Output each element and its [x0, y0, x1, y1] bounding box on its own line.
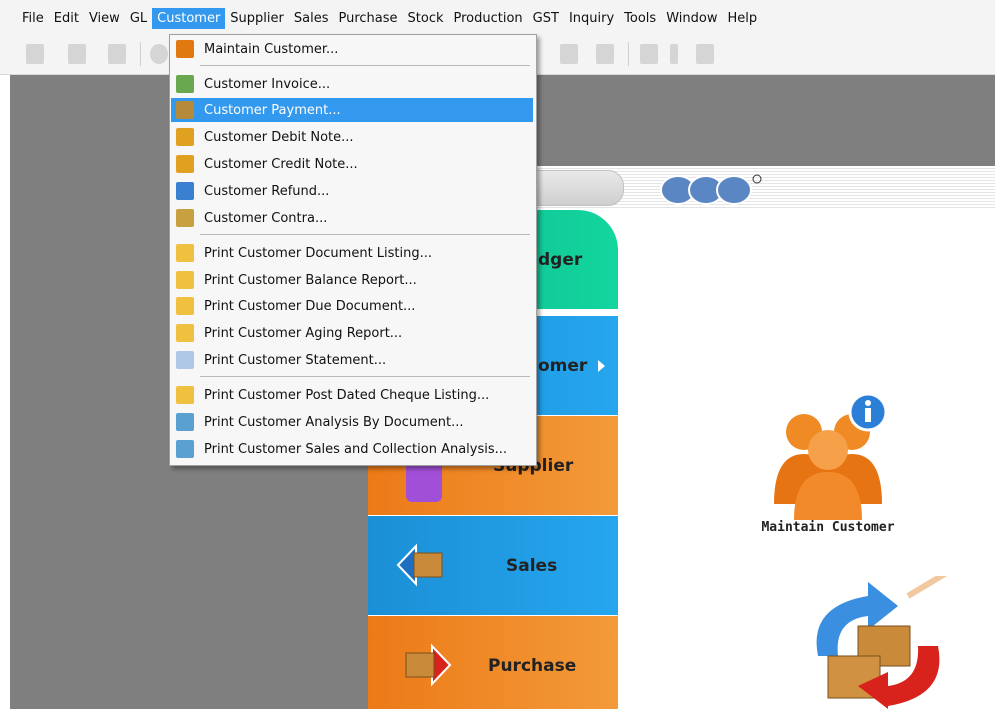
pencil-note-icon [176, 155, 194, 173]
cut-icon[interactable] [26, 44, 44, 64]
menu-item-label: Maintain Customer... [204, 41, 339, 57]
menu-separator [200, 234, 530, 235]
menubar: File Edit View GL Customer Supplier Sale… [0, 0, 995, 36]
printer-icon [176, 386, 194, 404]
users-icon [176, 40, 194, 58]
printer-icon [176, 271, 194, 289]
toolbar-separator [140, 42, 141, 66]
menu-item-label: Print Customer Sales and Collection Anal… [204, 441, 508, 457]
menu-item-label: Customer Payment... [204, 102, 341, 118]
menu-item-label: Print Customer Statement... [204, 352, 387, 368]
printer-icon [176, 244, 194, 262]
chevron-right-icon [598, 360, 605, 372]
menu-item-print-sales-collection-analysis[interactable]: Print Customer Sales and Collection Anal… [171, 437, 533, 461]
menu-item-label: Print Customer Due Document... [204, 298, 416, 314]
sales-box-icon [396, 538, 450, 592]
module-sales[interactable]: Sales [368, 516, 618, 616]
menu-production[interactable]: Production [449, 8, 528, 29]
printer-icon [176, 297, 194, 315]
search-doc-icon[interactable] [560, 44, 578, 64]
menu-item-customer-invoice[interactable]: Customer Invoice... [171, 72, 533, 96]
module-gl-label: dger [538, 250, 583, 270]
toolbar-separator [628, 42, 629, 66]
menu-sales[interactable]: Sales [289, 8, 334, 29]
left-margin [0, 0, 10, 709]
users-group-icon [774, 392, 888, 520]
copy-icon[interactable] [68, 44, 86, 64]
menu-separator [200, 376, 530, 377]
menu-customer[interactable]: Customer [152, 7, 226, 29]
menu-item-print-analysis-by-document[interactable]: Print Customer Analysis By Document... [171, 410, 533, 434]
customer-menu-dropdown: Maintain Customer... Customer Invoice...… [169, 34, 537, 466]
menu-item-label: Print Customer Analysis By Document... [204, 414, 464, 430]
money-bag-icon [176, 101, 194, 119]
menu-stock[interactable]: Stock [403, 8, 449, 29]
menu-item-label: Customer Refund... [204, 183, 330, 199]
menu-item-print-due-document[interactable]: Print Customer Due Document... [171, 294, 533, 318]
lock-icon[interactable] [696, 44, 714, 64]
menu-separator [200, 65, 530, 66]
invoice-icon [176, 75, 194, 93]
menu-help[interactable]: Help [722, 8, 762, 29]
menu-item-customer-refund[interactable]: Customer Refund... [171, 179, 533, 203]
refund-icon [176, 182, 194, 200]
menu-item-label: Print Customer Document Listing... [204, 245, 433, 261]
chevron-down-icon[interactable] [670, 44, 678, 64]
menu-tools[interactable]: Tools [619, 8, 661, 29]
maintain-customer-label: Maintain Customer [761, 520, 895, 535]
pencil-note-icon [176, 128, 194, 146]
menu-view[interactable]: View [84, 8, 125, 29]
menu-item-customer-payment[interactable]: Customer Payment... [171, 98, 533, 122]
menu-item-print-statement[interactable]: Print Customer Statement... [171, 348, 533, 372]
module-customer-label: omer [538, 356, 588, 376]
menu-item-label: Customer Contra... [204, 210, 328, 226]
sql-logo [660, 174, 762, 205]
contra-icon [176, 209, 194, 227]
menu-item-label: Print Customer Aging Report... [204, 325, 403, 341]
menu-supplier[interactable]: Supplier [225, 8, 289, 29]
module-purchase[interactable]: Purchase [368, 616, 618, 709]
menu-item-label: Customer Credit Note... [204, 156, 358, 172]
menu-item-print-balance-report[interactable]: Print Customer Balance Report... [171, 268, 533, 292]
printer-icon [176, 324, 194, 342]
globe-icon[interactable] [150, 44, 168, 64]
stock-boxes-icon[interactable] [798, 576, 958, 709]
menu-gst[interactable]: GST [528, 8, 564, 29]
menu-item-print-aging-report[interactable]: Print Customer Aging Report... [171, 321, 533, 345]
maintain-customer-tile[interactable]: Maintain Customer [748, 392, 908, 542]
menu-window[interactable]: Window [661, 8, 722, 29]
menu-gl[interactable]: GL [125, 8, 152, 29]
menu-item-label: Print Customer Post Dated Cheque Listing… [204, 387, 490, 403]
menu-item-label: Customer Invoice... [204, 76, 331, 92]
paste-icon[interactable] [108, 44, 126, 64]
menu-file[interactable]: File [17, 8, 49, 29]
menu-item-customer-contra[interactable]: Customer Contra... [171, 206, 533, 230]
menu-item-print-post-dated-cheque[interactable]: Print Customer Post Dated Cheque Listing… [171, 383, 533, 407]
envelope-icon [176, 351, 194, 369]
menu-inquiry[interactable]: Inquiry [564, 8, 619, 29]
module-purchase-label: Purchase [488, 656, 577, 676]
menu-item-customer-credit-note[interactable]: Customer Credit Note... [171, 152, 533, 176]
purchase-box-icon [398, 638, 452, 692]
menu-item-maintain-customer[interactable]: Maintain Customer... [171, 37, 533, 61]
menu-item-label: Print Customer Balance Report... [204, 272, 417, 288]
menu-item-customer-debit-note[interactable]: Customer Debit Note... [171, 125, 533, 149]
chart-icon [176, 440, 194, 458]
menu-item-label: Customer Debit Note... [204, 129, 354, 145]
menu-purchase[interactable]: Purchase [333, 8, 402, 29]
menu-item-print-document-listing[interactable]: Print Customer Document Listing... [171, 241, 533, 265]
printer-icon[interactable] [640, 44, 658, 64]
refresh-icon[interactable] [596, 44, 614, 64]
chart-icon [176, 413, 194, 431]
menu-edit[interactable]: Edit [49, 8, 84, 29]
module-sales-label: Sales [506, 556, 558, 576]
